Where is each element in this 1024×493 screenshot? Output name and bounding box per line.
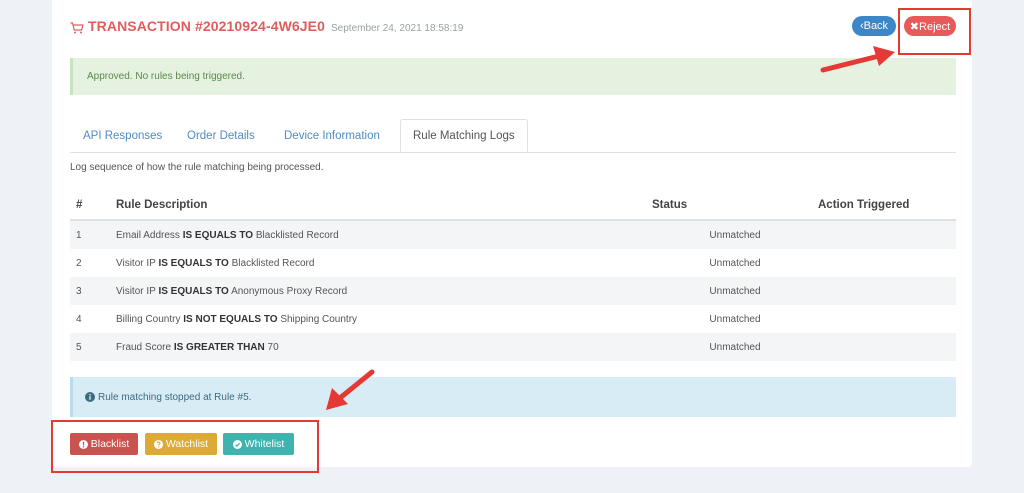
rule-status: Unmatched xyxy=(709,257,761,269)
rule-status: Unmatched xyxy=(652,220,818,249)
rule-description: Visitor IP IS EQUALS TO Anonymous Proxy … xyxy=(116,277,652,305)
row-number: 5 xyxy=(70,333,116,361)
arrow-to-reject-icon xyxy=(820,46,895,73)
transaction-date: September 24, 2021 18:58:19 xyxy=(331,23,464,34)
rule-status: Unmatched xyxy=(652,333,818,361)
table-row: 3 Visitor IP IS EQUALS TO Anonymous Prox… xyxy=(70,277,956,305)
tab-bar: API Responses Order Details Device Infor… xyxy=(70,119,956,153)
rule-status: Unmatched xyxy=(652,277,818,305)
column-header-number: # xyxy=(70,190,116,221)
tab-device-information[interactable]: Device Information xyxy=(284,119,380,152)
rule-description: Fraud Score IS GREATER THAN 70 xyxy=(116,333,652,361)
table-header-row: # Rule Description Status Action Trigger… xyxy=(70,190,956,221)
table-row: 5 Fraud Score IS GREATER THAN 70 Unmatch… xyxy=(70,333,956,361)
row-number: 2 xyxy=(76,257,82,269)
back-button[interactable]: ‹Back xyxy=(852,16,896,36)
tab-rule-matching-logs[interactable]: Rule Matching Logs xyxy=(400,119,528,152)
table-row: 4 Billing Country IS NOT EQUALS TO Shipp… xyxy=(70,305,956,333)
page-title: TRANSACTION #20210924-4W6JE0 xyxy=(88,18,326,34)
arrow-to-action-buttons-icon xyxy=(326,369,375,410)
rule-description: Billing Country IS NOT EQUALS TO Shippin… xyxy=(116,313,358,325)
table-row: 1 Email Address IS EQUALS TO Blacklisted… xyxy=(70,220,956,249)
rule-action xyxy=(818,333,956,361)
rule-description: Email Address IS EQUALS TO Blacklisted R… xyxy=(116,220,652,249)
rule-action xyxy=(818,277,956,305)
column-header-action-triggered: Action Triggered xyxy=(818,190,956,221)
log-description: Log sequence of how the rule matching be… xyxy=(70,162,324,173)
rule-stop-text: Rule matching stopped at Rule #5. xyxy=(98,391,252,403)
rule-action xyxy=(818,305,956,333)
table-row: 2 Visitor IP IS EQUALS TO Blacklisted Re… xyxy=(70,249,956,277)
info-circle-icon xyxy=(85,392,95,402)
row-number: 3 xyxy=(70,277,116,305)
rule-matching-table: # Rule Description Status Action Trigger… xyxy=(70,190,956,361)
column-header-status: Status xyxy=(652,190,818,221)
rule-status: Unmatched xyxy=(709,313,761,325)
rule-action xyxy=(818,249,956,277)
row-number: 4 xyxy=(76,313,82,325)
transaction-header: TRANSACTION #20210924-4W6JE0 September 2… xyxy=(70,18,463,38)
rule-action xyxy=(818,220,956,249)
action-buttons-highlight-box xyxy=(51,420,319,473)
reject-highlight-box xyxy=(898,8,971,55)
column-header-rule-description: Rule Description xyxy=(116,190,652,221)
rule-description: Visitor IP IS EQUALS TO Blacklisted Reco… xyxy=(116,257,315,269)
tab-order-details[interactable]: Order Details xyxy=(187,119,255,152)
shopping-cart-icon xyxy=(70,22,84,34)
tab-api-responses[interactable]: API Responses xyxy=(83,119,162,152)
rule-stop-alert: Rule matching stopped at Rule #5. xyxy=(70,377,956,417)
row-number: 1 xyxy=(70,220,116,249)
